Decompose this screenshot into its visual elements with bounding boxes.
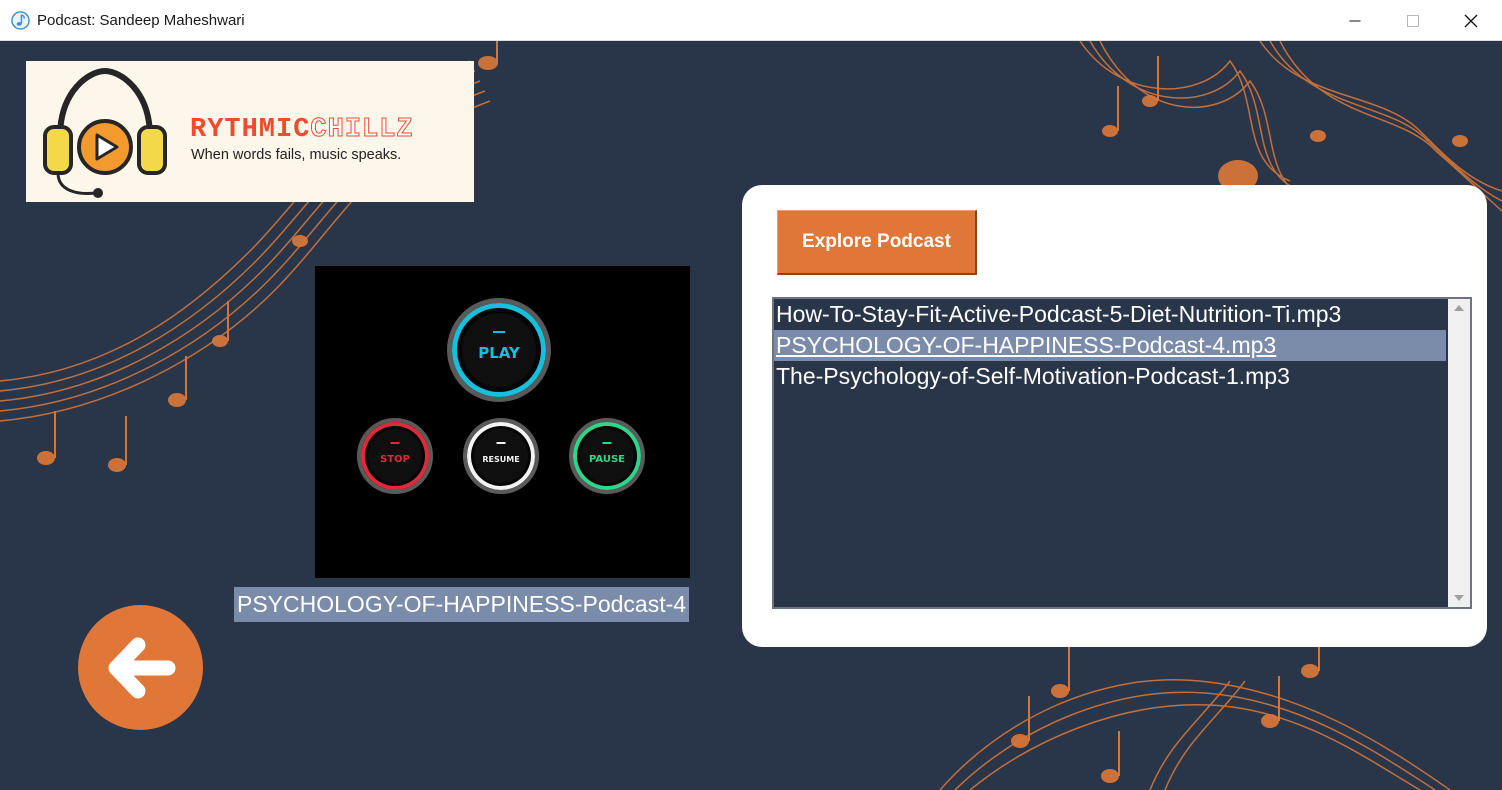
close-button[interactable] xyxy=(1442,0,1500,41)
list-item-selected[interactable]: PSYCHOLOGY-OF-HAPPINESS-Podcast-4.mp3 xyxy=(774,330,1446,361)
stop-button[interactable]: STOP xyxy=(357,418,433,494)
resume-label: RESUME xyxy=(482,454,520,464)
brand-logo: RYTHMICCHILLZ When words fails, music sp… xyxy=(26,61,474,202)
resume-button[interactable]: RESUME xyxy=(463,418,539,494)
brand-tagline: When words fails, music speaks. xyxy=(191,147,402,163)
player-controls-panel: PLAY STOP RESUME PAUSE xyxy=(315,266,690,578)
podcast-listbox[interactable]: How-To-Stay-Fit-Active-Podcast-5-Diet-Nu… xyxy=(772,297,1472,609)
close-icon xyxy=(1464,14,1478,27)
caret-up-icon xyxy=(1454,305,1464,311)
stop-indicator-icon xyxy=(390,442,400,444)
pause-label: PAUSE xyxy=(589,453,625,465)
listbox-scrollbar[interactable] xyxy=(1448,299,1470,607)
brand-name-part1: RYTHMIC xyxy=(190,115,311,145)
play-indicator-icon xyxy=(493,331,505,333)
scroll-down-arrow[interactable] xyxy=(1448,589,1470,607)
back-button[interactable] xyxy=(78,605,203,730)
resume-indicator-icon xyxy=(496,442,506,444)
podcast-browser-panel: Explore Podcast How-To-Stay-Fit-Active-P… xyxy=(742,185,1487,647)
window-body: RYTHMICCHILLZ When words fails, music sp… xyxy=(0,41,1502,790)
maximize-icon xyxy=(1407,14,1419,27)
pause-button[interactable]: PAUSE xyxy=(569,418,645,494)
brand-name-part2: CHILLZ xyxy=(310,115,414,146)
minimize-icon xyxy=(1349,20,1361,21)
caret-down-icon xyxy=(1454,595,1464,601)
headphones-play-icon xyxy=(43,67,167,198)
explore-podcast-button[interactable]: Explore Podcast xyxy=(777,210,977,275)
stop-label: STOP xyxy=(380,453,410,465)
maximize-button[interactable] xyxy=(1384,0,1442,41)
app-icon xyxy=(11,11,30,30)
brand-name: RYTHMICCHILLZ xyxy=(190,115,414,146)
list-item[interactable]: The-Psychology-of-Self-Motivation-Podcas… xyxy=(774,361,1446,392)
title-bar: Podcast: Sandeep Maheshwari xyxy=(0,0,1502,41)
arrow-left-icon xyxy=(108,637,176,699)
play-label: PLAY xyxy=(478,344,520,362)
list-item[interactable]: How-To-Stay-Fit-Active-Podcast-5-Diet-Nu… xyxy=(774,299,1446,330)
window-title: Podcast: Sandeep Maheshwari xyxy=(37,12,245,29)
pause-indicator-icon xyxy=(602,442,612,444)
scroll-up-arrow[interactable] xyxy=(1448,299,1470,317)
play-button[interactable]: PLAY xyxy=(447,298,551,402)
minimize-button[interactable] xyxy=(1326,0,1384,41)
now-playing-label: PSYCHOLOGY-OF-HAPPINESS-Podcast-4 xyxy=(234,587,690,622)
